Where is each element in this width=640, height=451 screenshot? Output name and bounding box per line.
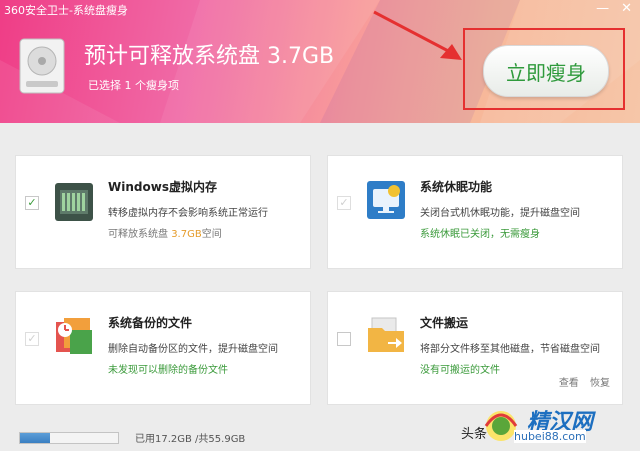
card-status: 未发现可以删除的备份文件: [108, 365, 228, 376]
virtual-memory-checkbox[interactable]: ✓: [25, 196, 39, 210]
releasable-size: 3.7GB: [171, 229, 202, 240]
annotation-arrow-icon: [373, 10, 462, 60]
card-links: 查看 恢复: [551, 374, 610, 389]
disk-usage-bar: [19, 432, 119, 444]
view-link[interactable]: 查看: [559, 378, 579, 389]
slim-now-button[interactable]: 立即瘦身: [483, 45, 609, 97]
card-description: 转移虚拟内存不会影响系统正常运行: [108, 208, 268, 219]
memory-chip-icon: [55, 183, 93, 221]
selection-summary: 已选择 1 个瘦身项: [88, 79, 179, 92]
backup-files-icon: [56, 318, 92, 354]
card-description: 关闭台式机休眠功能，提升磁盘空间: [420, 208, 580, 219]
restore-link[interactable]: 恢复: [590, 378, 610, 389]
card-status: 没有可搬运的文件: [420, 365, 500, 376]
page-title: 预计可释放系统盘 3.7GB: [84, 44, 335, 69]
card-title: Windows虚拟内存: [108, 180, 217, 194]
minimize-button[interactable]: —: [596, 1, 609, 16]
card-virtual-memory: ✓ Windows虚拟内存 转移虚拟内存不会影响系统正常运行 可释放系统盘 3.…: [15, 155, 311, 269]
card-system-backup: ✓ 系统备份的文件 删除自动备份区的文件，提升磁盘空间 未发现可以删除的备份文件: [15, 291, 311, 405]
card-file-move: 文件搬运 将部分文件移至其他磁盘，节省磁盘空间 没有可搬运的文件 查看 恢复: [327, 291, 623, 405]
header-banner: 360安全卫士-系统盘瘦身 — ✕ 预计可释放系统盘 3.7GB 已选择 1 个…: [0, 0, 640, 123]
hard-disk-icon: [19, 38, 65, 94]
close-button[interactable]: ✕: [621, 1, 632, 16]
window-title: 360安全卫士-系统盘瘦身: [4, 4, 128, 17]
monitor-sleep-icon: [367, 181, 405, 219]
card-description: 删除自动备份区的文件，提升磁盘空间: [108, 344, 278, 355]
card-status: 系统休眠已关闭，无需瘦身: [420, 229, 540, 240]
backup-checkbox[interactable]: ✓: [25, 332, 39, 346]
hibernation-checkbox[interactable]: ✓: [337, 196, 351, 210]
card-hibernation: ✓ 系统休眠功能 关闭台式机休眠功能，提升磁盘空间 系统休眠已关闭，无需瘦身: [327, 155, 623, 269]
file-move-checkbox[interactable]: [337, 332, 351, 346]
disk-usage-text: 已用17.2GB /共55.9GB: [135, 434, 246, 445]
card-title: 文件搬运: [420, 316, 469, 330]
card-title: 系统备份的文件: [108, 316, 193, 330]
disk-usage-fill: [20, 433, 51, 443]
folder-move-icon: [368, 317, 404, 352]
card-status: 可释放系统盘 3.7GB空间: [108, 229, 222, 240]
card-description: 将部分文件移至其他磁盘，节省磁盘空间: [420, 344, 600, 355]
card-title: 系统休眠功能: [420, 180, 493, 194]
watermark-url: hubei88.com: [514, 430, 586, 443]
